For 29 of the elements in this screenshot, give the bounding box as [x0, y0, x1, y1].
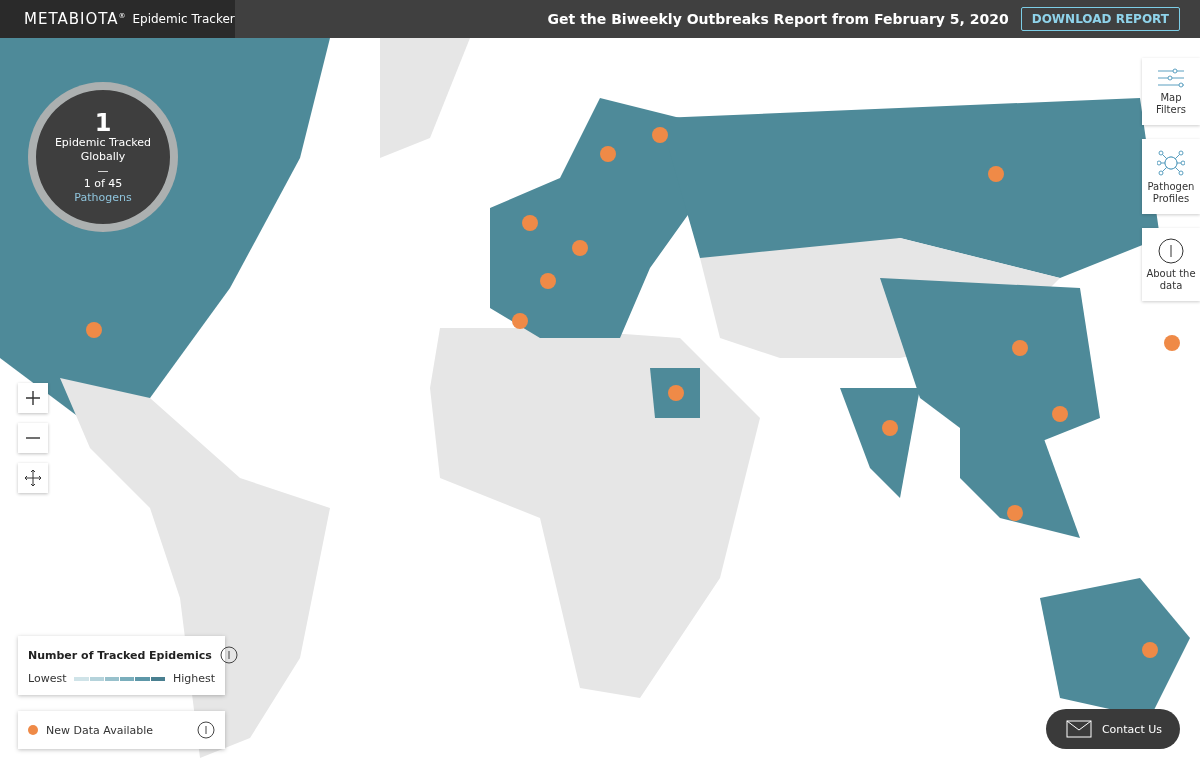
- pathogens-link[interactable]: Pathogens: [74, 191, 132, 205]
- zoom-out-button[interactable]: [18, 423, 48, 453]
- brand-name: METABIOTA$^{®}$: [24, 10, 127, 28]
- info-icon[interactable]: [219, 646, 238, 664]
- report-promo: Get the Biweekly Outbreaks Report from February 5, 2020: [547, 11, 1009, 27]
- pathogen-profiles-button[interactable]: Pathogen Profiles: [1142, 139, 1200, 214]
- download-report-button[interactable]: DOWNLOAD REPORT: [1020, 7, 1180, 31]
- summary-separator: —: [96, 163, 110, 178]
- info-icon[interactable]: [197, 721, 215, 739]
- info-icon: [1158, 238, 1184, 264]
- epidemic-count: 1: [94, 109, 112, 137]
- legend-title: Number of Tracked Epidemics: [28, 648, 212, 662]
- product-name: Epidemic Tracker: [132, 12, 235, 26]
- sliders-icon: [1157, 68, 1185, 88]
- envelope-icon: [1065, 720, 1092, 738]
- pan-button[interactable]: [18, 463, 48, 493]
- scale-high-label: Highest: [172, 672, 215, 685]
- summary-label: Epidemic Tracked Globally: [53, 136, 153, 164]
- contact-us-button[interactable]: Contact Us: [1045, 709, 1180, 749]
- plus-icon: [25, 390, 41, 406]
- move-icon: [24, 469, 42, 487]
- zoom-in-button[interactable]: [18, 383, 48, 413]
- scale-low-label: Lowest: [28, 672, 67, 685]
- map-filters-button[interactable]: Map Filters: [1142, 58, 1200, 125]
- pathogen-ratio: 1 of 45: [82, 177, 124, 192]
- network-icon: [1157, 149, 1185, 177]
- minus-icon: [25, 437, 41, 439]
- new-data-label: New Data Available: [46, 723, 154, 737]
- about-data-button[interactable]: About the data: [1142, 228, 1200, 301]
